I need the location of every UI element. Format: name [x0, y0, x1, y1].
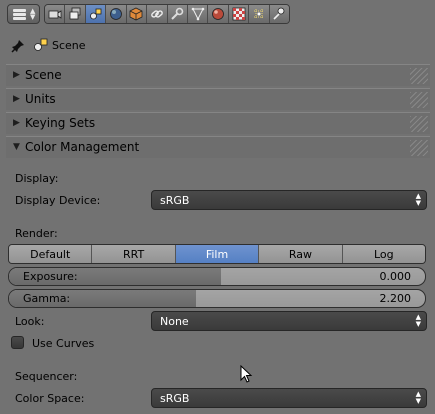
- display-heading: Display:: [15, 172, 59, 185]
- scene-icon: [89, 8, 101, 20]
- color-space-dropdown[interactable]: sRGB ▲ ▼: [151, 388, 427, 408]
- chevron-updown-icon: ▲ ▼: [415, 390, 421, 405]
- modifiers-wrench-icon: [171, 7, 184, 20]
- view-transform-raw[interactable]: Raw: [259, 245, 343, 263]
- drag-grip-icon[interactable]: [410, 68, 428, 84]
- dropdown-value: None: [160, 315, 189, 328]
- color-space-label: Color Space:: [15, 392, 85, 405]
- particles-icon: [253, 9, 264, 19]
- object-data-tab[interactable]: [187, 5, 209, 23]
- particles-tab[interactable]: [249, 5, 270, 23]
- render-tab[interactable]: [45, 5, 66, 23]
- panel-keying-sets-header[interactable]: ▶ Keying Sets: [6, 112, 430, 134]
- panel-units-header[interactable]: ▶ Units: [6, 88, 430, 110]
- render-heading: Render:: [15, 227, 58, 240]
- drag-grip-icon[interactable]: [410, 140, 428, 156]
- panel-title: Keying Sets: [25, 116, 96, 130]
- render-layers-tab[interactable]: [65, 5, 86, 23]
- view-transform-default[interactable]: Default: [9, 245, 93, 263]
- view-transform-film[interactable]: Film: [175, 245, 260, 263]
- material-tab[interactable]: [208, 5, 229, 23]
- disclosure-triangle-down-icon: ▼: [13, 142, 20, 152]
- disclosure-triangle-right-icon: ▶: [13, 118, 20, 128]
- constraints-icon: [150, 10, 163, 18]
- use-curves-label[interactable]: Use Curves: [32, 337, 94, 350]
- view-transform-log[interactable]: Log: [342, 245, 425, 263]
- look-label: Look:: [15, 315, 45, 328]
- properties-header: ▲ ▼: [0, 0, 435, 30]
- object-icon: [129, 7, 143, 21]
- mouse-cursor-icon: [240, 365, 253, 383]
- scene-icon: [34, 38, 48, 51]
- chevron-updown-icon: ▲ ▼: [415, 192, 421, 207]
- disclosure-triangle-right-icon: ▶: [13, 94, 20, 104]
- object-tab[interactable]: [126, 5, 148, 23]
- panel-title: Scene: [25, 68, 62, 82]
- object-data-mesh-icon: [191, 7, 204, 21]
- context-path-scene: Scene: [52, 39, 86, 52]
- dropdown-value: sRGB: [160, 392, 190, 405]
- render-layers-icon: [69, 7, 81, 20]
- slider-label: Gamma:: [23, 292, 71, 305]
- material-icon: [212, 8, 224, 20]
- physics-tab[interactable]: [269, 5, 289, 23]
- world-icon: [110, 8, 122, 20]
- dropdown-value: sRGB: [160, 194, 190, 207]
- slider-value: 2.200: [379, 292, 412, 305]
- drag-grip-icon[interactable]: [410, 116, 428, 132]
- panel-title: Units: [25, 92, 56, 106]
- view-transform-rrt[interactable]: RRT: [92, 245, 176, 263]
- constraints-tab[interactable]: [147, 5, 168, 23]
- pin-icon[interactable]: [10, 38, 26, 54]
- exposure-slider[interactable]: Exposure: 0.000: [8, 267, 426, 286]
- texture-checker-icon: [232, 7, 245, 21]
- use-curves-checkbox[interactable]: [11, 336, 24, 349]
- display-device-dropdown[interactable]: sRGB ▲ ▼: [151, 190, 427, 210]
- sequencer-heading: Sequencer:: [15, 370, 78, 383]
- look-dropdown[interactable]: None ▲ ▼: [151, 311, 427, 331]
- panel-scene-header[interactable]: ▶ Scene: [6, 64, 430, 86]
- properties-editor-icon: [13, 9, 26, 20]
- gamma-slider[interactable]: Gamma: 2.200: [8, 289, 426, 308]
- disclosure-triangle-right-icon: ▶: [13, 70, 20, 80]
- editor-type-menu[interactable]: ▲ ▼: [7, 4, 40, 24]
- render-camera-icon: [48, 10, 62, 19]
- physics-icon: [273, 7, 285, 20]
- slider-label: Exposure:: [23, 270, 78, 283]
- panel-title: Color Management: [25, 140, 140, 154]
- display-device-label: Display Device:: [15, 194, 101, 207]
- modifiers-tab[interactable]: [167, 5, 188, 23]
- slider-value: 0.000: [379, 270, 412, 283]
- drag-grip-icon[interactable]: [410, 92, 428, 108]
- chevron-updown-icon: ▲ ▼: [415, 313, 421, 328]
- view-transform-selector: Default RRT Film Raw Log: [8, 244, 426, 264]
- scene-tab[interactable]: [85, 5, 107, 23]
- chevron-updown-icon: ▲ ▼: [30, 7, 36, 21]
- panel-color-management-header[interactable]: ▼ Color Management: [6, 136, 430, 158]
- context-tabs: [44, 4, 290, 24]
- texture-tab[interactable]: [228, 5, 250, 23]
- world-tab[interactable]: [106, 5, 127, 23]
